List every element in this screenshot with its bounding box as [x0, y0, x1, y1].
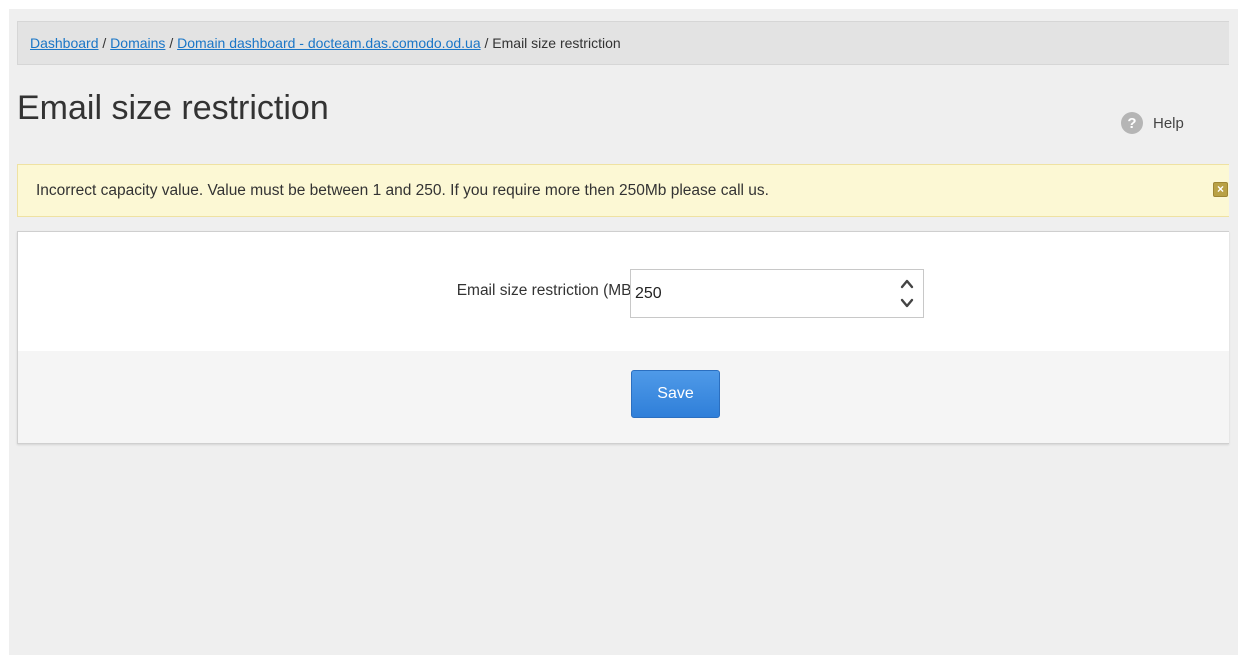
help-link[interactable]: ? Help — [1121, 112, 1184, 134]
breadcrumb: Dashboard / Domains / Domain dashboard -… — [17, 21, 1229, 65]
breadcrumb-link-domains[interactable]: Domains — [110, 35, 165, 51]
breadcrumb-separator: / — [102, 35, 111, 51]
chevron-up-icon[interactable] — [897, 275, 917, 293]
panel-footer: Save — [18, 351, 1229, 443]
help-circle-icon: ? — [1121, 112, 1143, 134]
email-size-value[interactable]: 250 — [635, 270, 662, 317]
breadcrumb-link-domain-dashboard[interactable]: Domain dashboard - docteam.das.comodo.od… — [177, 35, 481, 51]
chevron-down-icon[interactable] — [897, 294, 917, 312]
email-size-input[interactable]: 250 — [630, 269, 924, 318]
save-button[interactable]: Save — [631, 370, 720, 418]
settings-panel: Email size restriction (MB): 250 Save — [17, 231, 1229, 444]
error-alert: Incorrect capacity value. Value must be … — [17, 164, 1229, 217]
breadcrumb-current: Email size restriction — [492, 35, 621, 51]
help-label: Help — [1153, 114, 1184, 132]
email-size-label: Email size restriction (MB): — [456, 282, 641, 299]
breadcrumb-separator: / — [169, 35, 178, 51]
close-icon[interactable]: × — [1213, 182, 1228, 197]
quantity-stepper[interactable] — [897, 274, 917, 314]
page-title: Email size restriction — [17, 89, 329, 127]
breadcrumb-link-dashboard[interactable]: Dashboard — [30, 35, 99, 51]
alert-message: Incorrect capacity value. Value must be … — [36, 182, 769, 199]
